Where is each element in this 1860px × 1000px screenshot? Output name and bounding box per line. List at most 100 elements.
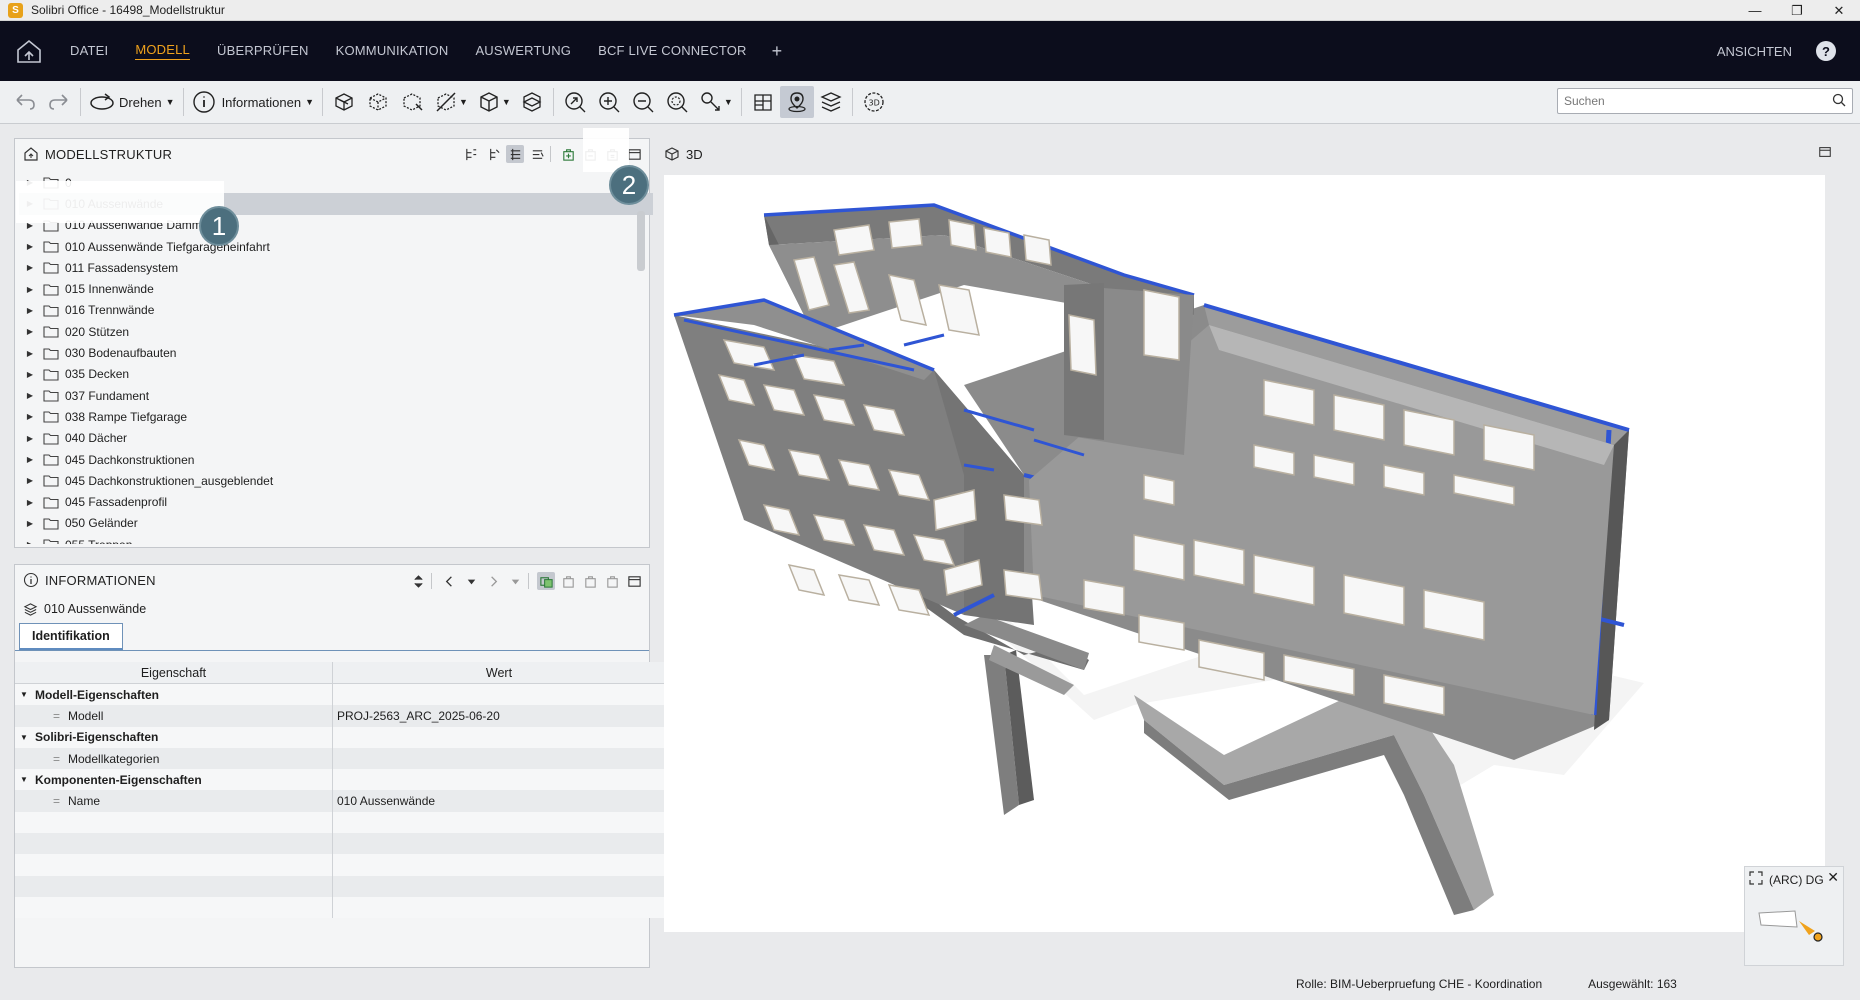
expand-arrow-icon[interactable]: ▶	[23, 540, 37, 544]
location-pin-icon[interactable]	[779, 86, 814, 118]
tree-item[interactable]: ▶ 037 Fundament	[19, 385, 653, 406]
column-header-eigenschaft[interactable]: Eigenschaft	[15, 662, 333, 683]
undo-icon[interactable]	[8, 86, 42, 118]
bag-add-icon[interactable]	[559, 145, 577, 163]
column-header-wert[interactable]: Wert	[333, 662, 665, 683]
sort-icon[interactable]	[409, 572, 427, 590]
tree-item[interactable]: ▶ 045 Dachkonstruktionen	[19, 449, 653, 470]
property-value: PROJ-2563_ARC_2025-06-20	[337, 708, 500, 723]
ansichten-menu[interactable]: ANSICHTEN	[1717, 44, 1792, 59]
forward-icon[interactable]	[484, 572, 502, 590]
expand-arrow-icon[interactable]: ▶	[23, 434, 37, 443]
back-icon[interactable]	[440, 572, 458, 590]
tree-item[interactable]: ▶ 045 Dachkonstruktionen_ausgeblendet	[19, 470, 653, 491]
show-all-icon[interactable]	[327, 86, 361, 118]
expand-arrow-icon[interactable]: ▶	[23, 455, 37, 464]
home-icon[interactable]	[14, 36, 44, 66]
expand-arrow-icon[interactable]: ▶	[23, 412, 37, 421]
menu-item-überprüfen[interactable]: ÜBERPRÜFEN	[217, 43, 309, 60]
menu-item-kommunikation[interactable]: KOMMUNIKATION	[336, 43, 449, 60]
zoom-selection-icon[interactable]	[660, 86, 694, 118]
expand-arrow-icon[interactable]: ▶	[23, 476, 37, 485]
layers-icon[interactable]	[814, 86, 848, 118]
zoom-in-icon[interactable]	[592, 86, 626, 118]
help-icon[interactable]: ?	[1816, 41, 1836, 61]
tree-compare-icon[interactable]	[528, 145, 546, 163]
forward-dropdown-icon[interactable]	[506, 572, 524, 590]
expand-arrow-icon[interactable]: ▶	[23, 263, 37, 272]
collapse-arrow-icon[interactable]: ▼	[17, 690, 31, 699]
tree-item[interactable]: ▶ 010 Aussenwände Tiefgarageneinfahrt	[19, 236, 653, 257]
tree-item[interactable]: ▶ 055 Treppen	[19, 534, 653, 544]
tree-layers-icon[interactable]	[506, 145, 524, 163]
expand-arrow-icon[interactable]: ▶	[23, 370, 37, 379]
tree-filter-icon[interactable]	[484, 145, 502, 163]
property-name: Modell	[68, 708, 104, 723]
property-row[interactable]: ▼ Komponenten-Eigenschaften	[15, 769, 665, 791]
property-row[interactable]: = Modellkategorien	[15, 747, 665, 770]
menu-item-modell[interactable]: MODELL	[135, 42, 190, 60]
info-bag-add-icon[interactable]	[559, 572, 577, 590]
property-row[interactable]: ▼ Solibri-Eigenschaften	[15, 726, 665, 748]
select-pointer-icon[interactable]	[694, 86, 728, 118]
drehen-dropdown[interactable]: Drehen ▼	[89, 91, 175, 113]
floor-plan-icon[interactable]	[746, 86, 780, 118]
tree-item[interactable]: ▶ 016 Trennwände	[19, 300, 653, 321]
restore-icon[interactable]: ❐	[1776, 0, 1818, 21]
expand-arrow-icon[interactable]: ▶	[23, 285, 37, 294]
tree-item[interactable]: ▶ 011 Fassadensystem	[19, 257, 653, 278]
search-input[interactable]: Suchen	[1557, 88, 1853, 114]
folder-icon	[43, 539, 59, 544]
info-link-icon[interactable]	[537, 572, 555, 590]
expand-arrow-icon[interactable]: ▶	[23, 327, 37, 336]
minimize-icon[interactable]: —	[1734, 0, 1776, 21]
expand-arrow-icon[interactable]: ▶	[23, 242, 37, 251]
zoom-fit-icon[interactable]	[558, 86, 592, 118]
tree-item[interactable]: ▶ 020 Stützen	[19, 321, 653, 342]
add-tab-button[interactable]: +	[772, 41, 783, 62]
tree-scrollbar[interactable]	[637, 211, 645, 271]
floor-minimap[interactable]: (ARC) DG ✕	[1744, 866, 1844, 966]
redo-icon[interactable]	[42, 86, 76, 118]
tree-item[interactable]: ▶ 050 Geländer	[19, 513, 653, 534]
property-row[interactable]: ▼ Modell-Eigenschaften	[15, 684, 665, 706]
section-box-icon[interactable]	[515, 86, 549, 118]
minimap-close-icon[interactable]: ✕	[1827, 869, 1839, 886]
close-icon[interactable]: ✕	[1818, 0, 1860, 21]
hide-icon[interactable]	[361, 86, 395, 118]
property-row[interactable]: = Modell PROJ-2563_ARC_2025-06-20	[15, 705, 665, 727]
tab-identifikation[interactable]: Identifikation	[19, 623, 123, 650]
info-bag-set-icon[interactable]	[603, 572, 621, 590]
tree-item[interactable]: ▶ 045 Fassadenprofil	[19, 491, 653, 512]
tree-hierarchy-icon[interactable]	[462, 145, 480, 163]
menu-item-datei[interactable]: DATEI	[70, 43, 108, 60]
3d-viewport[interactable]	[664, 175, 1825, 932]
collapse-arrow-icon[interactable]: ▼	[17, 733, 31, 742]
collapse-arrow-icon[interactable]: ▼	[17, 775, 31, 784]
cube-view-icon[interactable]	[472, 86, 506, 118]
tree-item[interactable]: ▶ 040 Dächer	[19, 428, 653, 449]
info-bag-remove-icon[interactable]	[581, 572, 599, 590]
menu-item-auswertung[interactable]: AUSWERTUNG	[475, 43, 571, 60]
expand-arrow-icon[interactable]: ▶	[23, 519, 37, 528]
informationen-dropdown[interactable]: Informationen ▼	[192, 90, 314, 114]
tree-item[interactable]: ▶ 038 Rampe Tiefgarage	[19, 406, 653, 427]
menu-item-bcf-live-connector[interactable]: BCF LIVE CONNECTOR	[598, 43, 747, 60]
property-row[interactable]: = Name 010 Aussenwände	[15, 790, 665, 812]
tree-item[interactable]: ▶ 035 Decken	[19, 364, 653, 385]
view-maximize-icon[interactable]	[1818, 145, 1832, 162]
tree-item[interactable]: ▶ 030 Bodenaufbauten	[19, 342, 653, 363]
expand-arrow-icon[interactable]: ▶	[23, 306, 37, 315]
3d-settings-icon[interactable]: 3D	[857, 86, 891, 118]
tree-item[interactable]: ▶ 015 Innenwände	[19, 278, 653, 299]
expand-icon[interactable]	[1749, 871, 1763, 885]
property-value: 010 Aussenwände	[337, 794, 436, 809]
expand-arrow-icon[interactable]: ▶	[23, 349, 37, 358]
back-dropdown-icon[interactable]	[462, 572, 480, 590]
info-maximize-icon[interactable]	[625, 572, 643, 590]
zoom-out-icon[interactable]	[626, 86, 660, 118]
expand-arrow-icon[interactable]: ▶	[23, 498, 37, 507]
transparency-icon[interactable]	[429, 86, 463, 118]
expand-arrow-icon[interactable]: ▶	[23, 391, 37, 400]
isolate-icon[interactable]	[395, 86, 429, 118]
